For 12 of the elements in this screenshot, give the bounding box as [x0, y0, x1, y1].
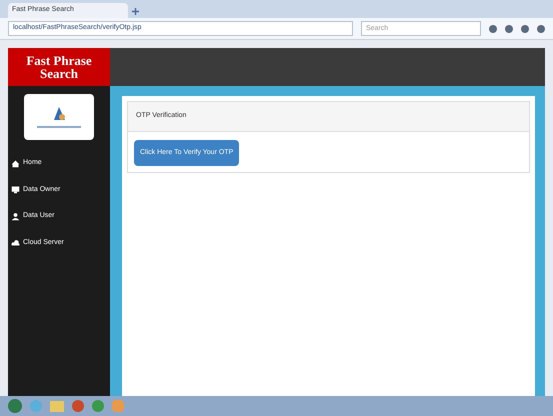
folder-icon[interactable]: [50, 400, 64, 412]
new-tab-icon[interactable]: [132, 8, 139, 15]
cloud-icon: [11, 238, 20, 248]
logo-icon: [51, 106, 67, 122]
logo-text: Fast Phrase Search: [8, 48, 110, 86]
taskbar-icon[interactable]: [92, 400, 104, 412]
monitor-icon: [11, 185, 20, 194]
user-icon: [11, 212, 20, 221]
start-icon[interactable]: [8, 399, 22, 413]
logo-divider-icon: [37, 126, 81, 128]
taskbar-icon[interactable]: [72, 400, 84, 412]
home-icon: [11, 158, 20, 168]
